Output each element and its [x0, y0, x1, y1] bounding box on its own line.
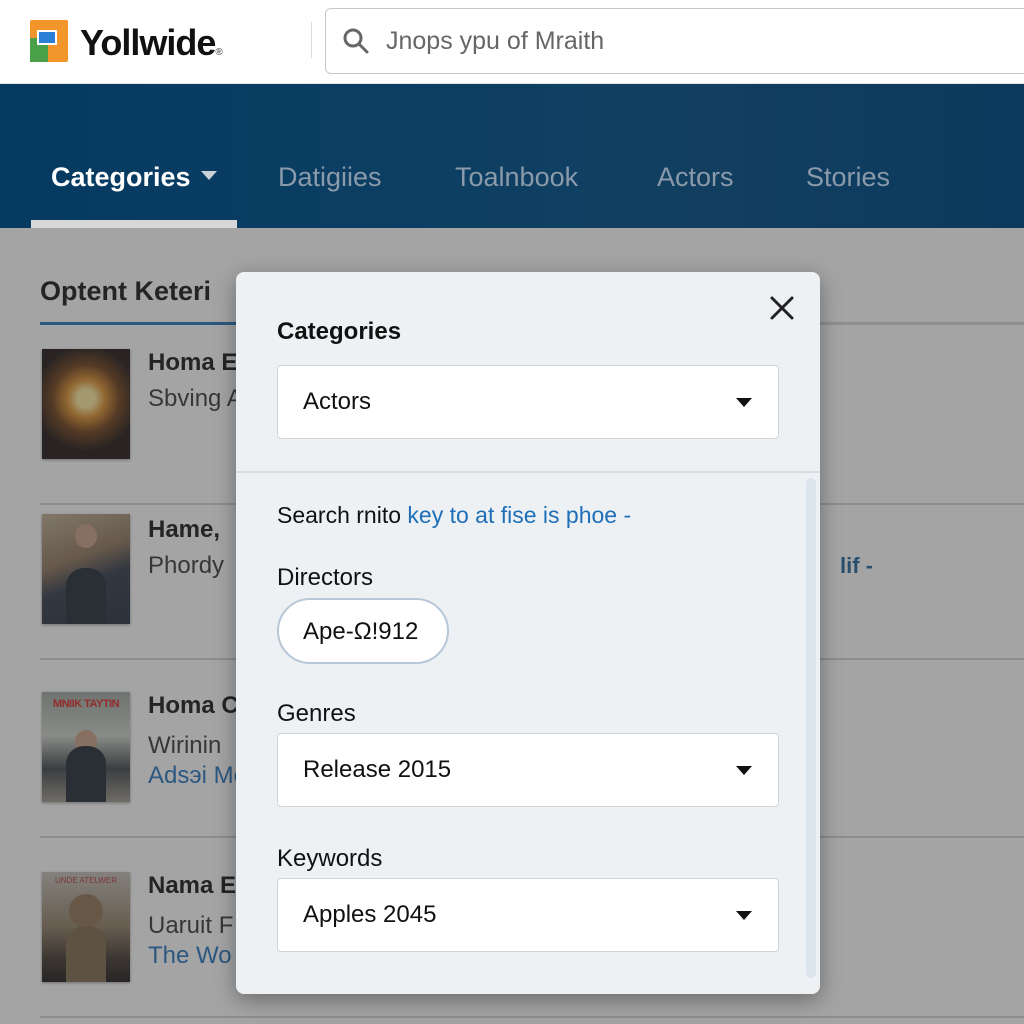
search-input[interactable]	[386, 23, 986, 59]
brand-trademark: ®	[215, 47, 222, 58]
brand-name-text: Yollwide	[80, 22, 216, 63]
keywords-select[interactable]: Apples 2045	[277, 878, 779, 952]
brand-logo-icon[interactable]	[30, 20, 68, 62]
hint-text: Search rnito	[277, 502, 408, 528]
search-hint: Search rnito key to at fise is phoe -	[277, 502, 631, 529]
close-icon[interactable]	[766, 292, 798, 324]
keywords-label: Keywords	[277, 845, 383, 872]
filter-modal: Categories Actors Search rnito key to at…	[236, 272, 820, 994]
tab-categories[interactable]: Categories	[51, 162, 217, 193]
category-select-value: Actors	[303, 388, 372, 415]
logo-blue-square	[37, 30, 57, 45]
chevron-down-icon	[736, 911, 752, 920]
keywords-select-value: Apples 2045	[303, 901, 437, 928]
search-icon[interactable]	[342, 27, 370, 55]
modal-title: Categories	[277, 318, 402, 345]
top-bar: Yollwide®	[0, 0, 1024, 84]
modal-divider	[236, 471, 820, 473]
genres-select-value: Release 2015	[303, 756, 452, 783]
director-chip-text: Ape-Ω!912	[303, 618, 419, 645]
chevron-down-icon	[200, 171, 217, 181]
active-tab-indicator	[31, 220, 237, 228]
nav-bar: Categories Datigiies Toalnbook Actors St…	[0, 84, 1024, 228]
tab-datigiies[interactable]: Datigiies	[278, 162, 382, 193]
hint-link[interactable]: key to at fise is phoe -	[407, 502, 631, 528]
search-bar[interactable]	[325, 8, 1024, 74]
chevron-down-icon	[736, 766, 752, 775]
modal-scrollbar[interactable]	[806, 478, 816, 978]
header-divider	[311, 22, 312, 58]
directors-label: Directors	[277, 564, 374, 591]
chevron-down-icon	[736, 398, 752, 407]
tab-stories[interactable]: Stories	[806, 162, 890, 193]
tab-label: Categories	[51, 162, 191, 192]
genres-select[interactable]: Release 2015	[277, 733, 779, 807]
brand-name[interactable]: Yollwide®	[80, 22, 223, 64]
genres-label: Genres	[277, 700, 356, 727]
category-select[interactable]: Actors	[277, 365, 779, 439]
tab-toalnbook[interactable]: Toalnbook	[455, 162, 578, 193]
tab-actors[interactable]: Actors	[657, 162, 734, 193]
director-chip[interactable]: Ape-Ω!912	[277, 598, 449, 664]
